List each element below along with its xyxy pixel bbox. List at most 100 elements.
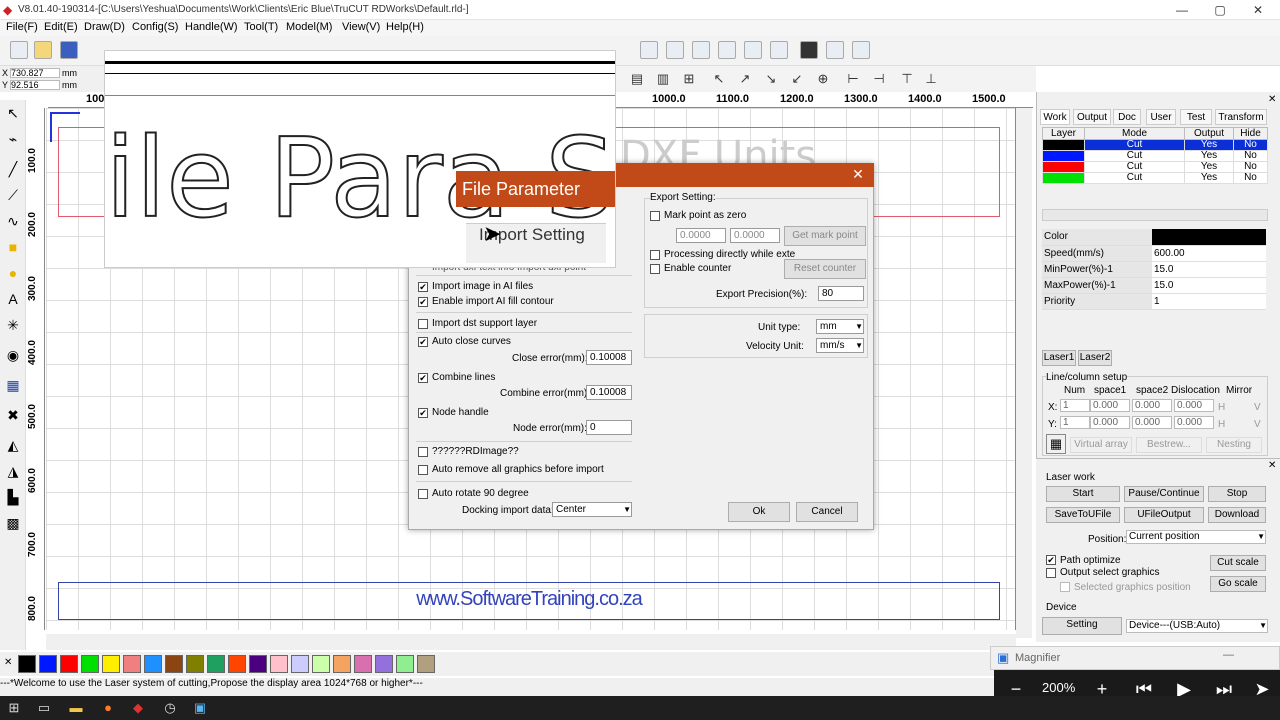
color-swatch[interactable] bbox=[417, 655, 435, 673]
magnifier-minimize-button[interactable]: — bbox=[1223, 649, 1234, 661]
table-row[interactable]: Cut Yes No bbox=[1042, 139, 1269, 151]
tab-laser1[interactable]: Laser1 bbox=[1042, 350, 1076, 366]
align-left-icon[interactable]: ▤ bbox=[628, 70, 646, 88]
right-edge-icon[interactable]: ⊣ bbox=[870, 70, 888, 88]
color-swatch[interactable] bbox=[165, 655, 183, 673]
color-swatch[interactable] bbox=[333, 655, 351, 673]
tab-output[interactable]: Output bbox=[1073, 109, 1111, 125]
print-icon[interactable] bbox=[744, 41, 762, 59]
layer-hide[interactable]: No bbox=[1232, 161, 1269, 173]
file-explorer-icon[interactable]: ▬ bbox=[66, 699, 86, 717]
array-grid-icon[interactable]: ▦ bbox=[1046, 434, 1066, 454]
panel-close-icon[interactable]: ✕ bbox=[1268, 94, 1276, 105]
color-swatch[interactable] bbox=[228, 655, 246, 673]
y-space2-input[interactable]: 0.000 bbox=[1132, 416, 1172, 429]
layer-mode[interactable]: Cut bbox=[1084, 139, 1185, 151]
start-button[interactable]: Start bbox=[1046, 486, 1120, 502]
align-icon[interactable]: ▙ bbox=[4, 488, 22, 506]
position-select[interactable]: Current position ▼ bbox=[1126, 530, 1266, 544]
get-mark-point-button[interactable]: Get mark point bbox=[784, 226, 866, 246]
align-center-icon[interactable]: ▥ bbox=[654, 70, 672, 88]
table-row[interactable]: Cut Yes No bbox=[1042, 150, 1269, 162]
rectangle-icon[interactable] bbox=[640, 41, 658, 59]
color-swatch[interactable] bbox=[123, 655, 141, 673]
windows-start-icon[interactable]: ⊞ bbox=[4, 699, 24, 717]
pause-continue-button[interactable]: Pause/Continue bbox=[1124, 486, 1204, 502]
website-text-shape[interactable]: www.SoftwareTraining.co.za bbox=[58, 588, 1000, 611]
y-num-input[interactable]: 1 bbox=[1060, 416, 1090, 429]
arrow-topleft-icon[interactable]: ↖ bbox=[710, 70, 728, 88]
rdimage-checkbox[interactable] bbox=[418, 447, 428, 457]
layer-scrollbar[interactable] bbox=[1042, 209, 1268, 221]
layer-output[interactable]: Yes bbox=[1184, 161, 1234, 173]
select-icon[interactable]: ↖ bbox=[4, 104, 22, 122]
x-space1-input[interactable]: 0.000 bbox=[1090, 399, 1130, 412]
color-swatch[interactable] bbox=[186, 655, 204, 673]
ellipse-icon[interactable]: ● bbox=[4, 264, 22, 282]
color-swatch[interactable] bbox=[102, 655, 120, 673]
param-value[interactable]: 15.0 bbox=[1152, 261, 1266, 278]
table-row[interactable]: Color bbox=[1042, 229, 1266, 246]
ufile-output-button[interactable]: UFileOutput bbox=[1124, 507, 1204, 523]
ruler-icon[interactable] bbox=[852, 41, 870, 59]
color-swatch[interactable] bbox=[60, 655, 78, 673]
auto-close-checkbox[interactable]: ✔ bbox=[418, 337, 428, 347]
unit-type-select[interactable]: mm ▼ bbox=[816, 319, 864, 334]
param-value[interactable]: 1 bbox=[1152, 293, 1266, 310]
color-swatch[interactable] bbox=[291, 655, 309, 673]
color-swatch[interactable] bbox=[144, 655, 162, 673]
rdworks-icon[interactable]: ◆ bbox=[128, 699, 148, 717]
y-dislocation-input[interactable]: 0.000 bbox=[1174, 416, 1214, 429]
minimize-button[interactable]: — bbox=[1164, 2, 1200, 18]
curve-icon[interactable]: ∿ bbox=[4, 212, 22, 230]
menu-config[interactable]: Config(S) bbox=[132, 21, 178, 33]
virtual-array-button[interactable]: Virtual array bbox=[1070, 437, 1132, 453]
table-row[interactable]: Cut Yes No bbox=[1042, 172, 1269, 184]
polyline-icon[interactable]: ⟋ bbox=[4, 186, 22, 204]
image-icon[interactable] bbox=[770, 41, 788, 59]
color-swatch[interactable] bbox=[312, 655, 330, 673]
mirror-h-icon[interactable]: ◭ bbox=[4, 436, 22, 454]
path-optimize-checkbox[interactable]: ✔ bbox=[1046, 555, 1056, 565]
text-icon[interactable]: A bbox=[4, 290, 22, 308]
menu-file[interactable]: File(F) bbox=[6, 21, 38, 33]
layer-hide[interactable]: No bbox=[1232, 172, 1269, 184]
node-error-input[interactable]: 0 bbox=[586, 420, 632, 435]
layer-mode[interactable]: Cut bbox=[1084, 172, 1185, 184]
x-mirror-v[interactable]: V bbox=[1254, 402, 1261, 413]
bestrew-button[interactable]: Bestrew... bbox=[1136, 437, 1202, 453]
bottom-edge-icon[interactable]: ⊥ bbox=[922, 70, 940, 88]
menu-help[interactable]: Help(H) bbox=[386, 21, 424, 33]
table-row[interactable]: Priority 1 bbox=[1042, 293, 1266, 310]
table-row[interactable]: Speed(mm/s) 600.00 bbox=[1042, 245, 1266, 262]
device-setting-button[interactable]: Setting bbox=[1042, 617, 1122, 635]
distance-icon[interactable] bbox=[692, 41, 710, 59]
color-swatch[interactable] bbox=[18, 655, 36, 673]
auto-remove-checkbox[interactable] bbox=[418, 465, 428, 475]
laser-pointer-icon[interactable] bbox=[826, 41, 844, 59]
palette-close-icon[interactable]: ✕ bbox=[4, 657, 12, 668]
color-swatch[interactable] bbox=[270, 655, 288, 673]
laser-work-close-icon[interactable]: ✕ bbox=[1268, 460, 1276, 471]
close-error-input[interactable]: 0.10008 bbox=[586, 350, 632, 365]
grid-array-icon[interactable]: ▦ bbox=[4, 376, 22, 394]
table-row[interactable]: MinPower(%)-1 15.0 bbox=[1042, 261, 1266, 278]
maximize-button[interactable]: ▢ bbox=[1202, 2, 1238, 18]
arrow-topright-icon[interactable]: ↗ bbox=[736, 70, 754, 88]
open-folder-icon[interactable] bbox=[34, 41, 52, 59]
go-scale-button[interactable]: Go scale bbox=[1210, 576, 1266, 592]
menu-handle[interactable]: Handle(W) bbox=[185, 21, 238, 33]
reset-counter-button[interactable]: Reset counter bbox=[784, 259, 866, 279]
x-mirror-h[interactable]: H bbox=[1218, 402, 1225, 413]
device-select[interactable]: Device---(USB:Auto) ▼ bbox=[1126, 619, 1268, 633]
processing-directly-checkbox[interactable] bbox=[650, 250, 660, 260]
param-value[interactable]: 15.0 bbox=[1152, 277, 1266, 294]
nesting-button[interactable]: Nesting bbox=[1206, 437, 1262, 453]
auto-rotate-checkbox[interactable] bbox=[418, 489, 428, 499]
y-mirror-h[interactable]: H bbox=[1218, 419, 1225, 430]
export-precision-input[interactable]: 80 bbox=[818, 286, 864, 301]
save-to-ufile-button[interactable]: SaveToUFile bbox=[1046, 507, 1120, 523]
y-space1-input[interactable]: 0.000 bbox=[1090, 416, 1130, 429]
tab-work[interactable]: Work bbox=[1040, 109, 1070, 125]
new-file-icon[interactable] bbox=[10, 41, 28, 59]
